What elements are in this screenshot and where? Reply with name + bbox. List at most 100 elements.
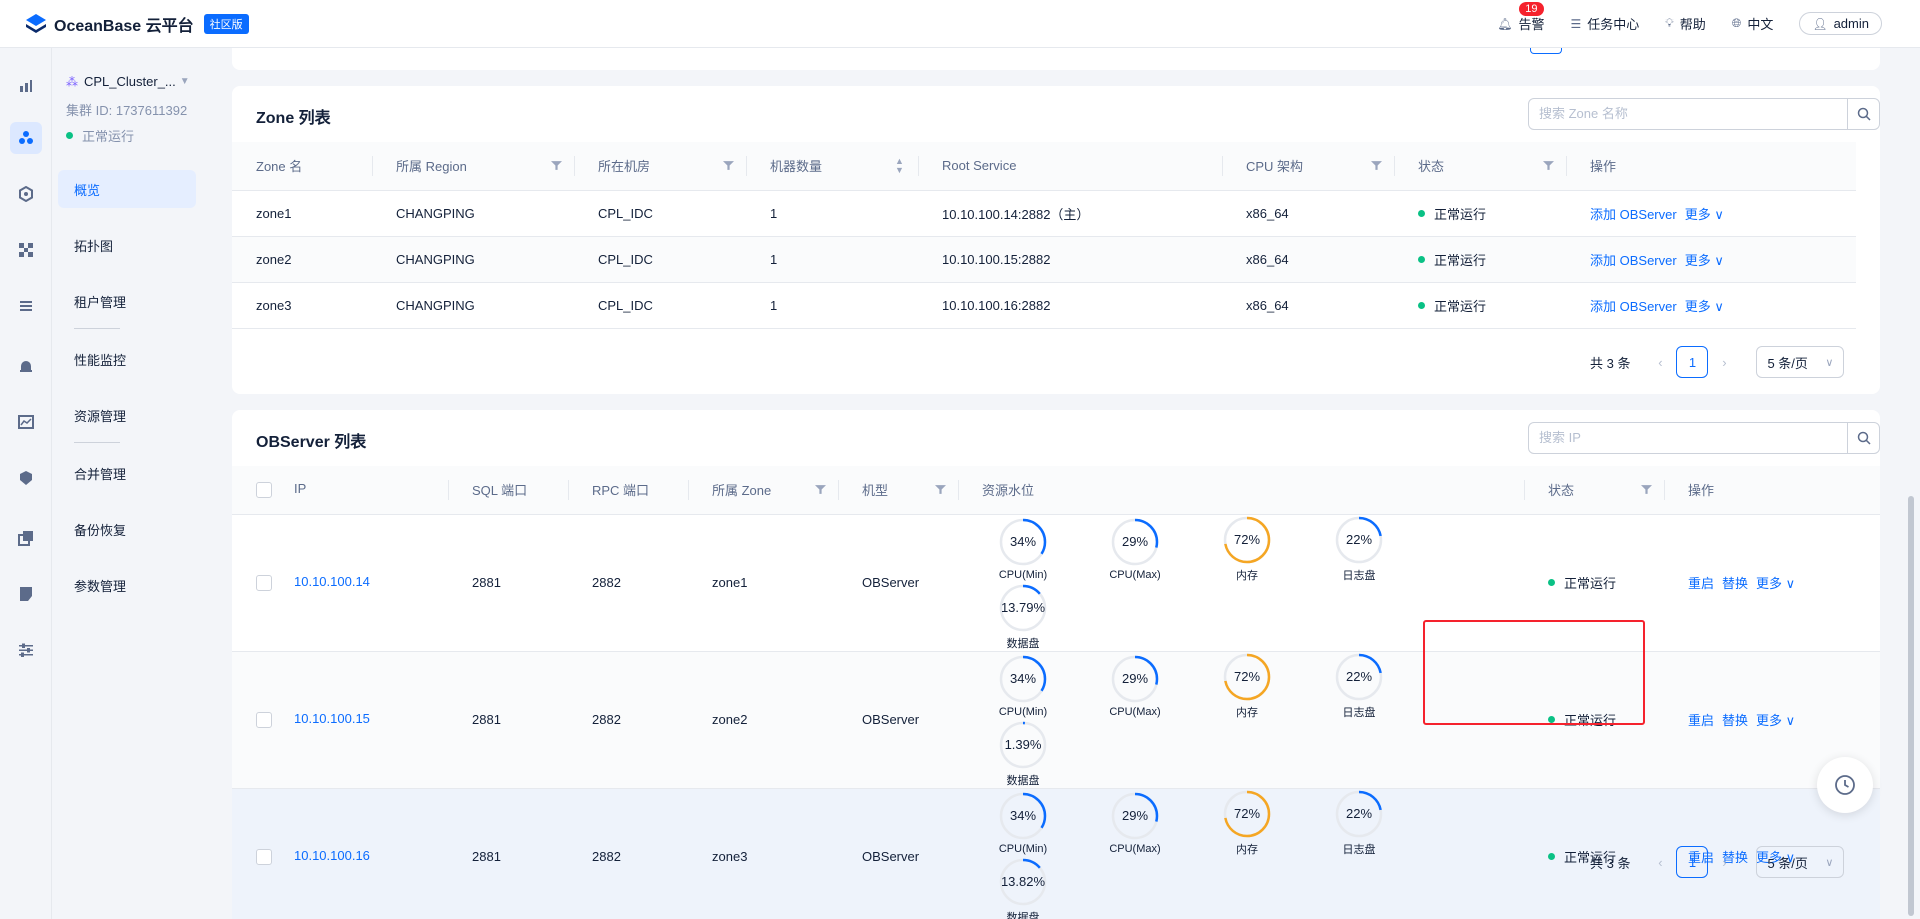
filter-icon[interactable] [815, 484, 826, 495]
search-icon[interactable] [1847, 423, 1879, 453]
chevron-down-icon: ∨ [1825, 856, 1834, 869]
server-resource-usage: 34% CPU(Min) 29% CPU(Max) 72% 内存 22% 日志盘… [958, 788, 1524, 919]
nav-item-resources[interactable]: 资源管理 [58, 396, 196, 434]
restart-link[interactable]: 重启 [1688, 713, 1714, 728]
page-1-button[interactable]: 1 [1676, 846, 1709, 878]
resource-gauge: 34% CPU(Min) [982, 654, 1064, 718]
add-observer-link[interactable]: 添加 OBServer [1590, 253, 1677, 268]
observer-total: 共 3 条 [1590, 855, 1631, 871]
row-checkbox[interactable] [256, 848, 272, 865]
col-machine-type[interactable]: 机型 [838, 466, 958, 515]
history-clock-button[interactable] [1817, 757, 1873, 813]
gauge-label: CPU(Max) [1109, 705, 1161, 718]
gauge-label: CPU(Min) [998, 568, 1048, 581]
topology-icon[interactable] [10, 234, 42, 266]
zone-search-input[interactable]: 搜索 Zone 名称 [1529, 99, 1847, 129]
prev-page-icon[interactable]: ‹ [1644, 855, 1676, 870]
filter-icon[interactable] [551, 160, 562, 171]
resource-gauge: 29% CPU(Max) [1094, 791, 1176, 855]
security-shield-icon[interactable] [10, 462, 42, 494]
server-ip-link[interactable]: 10.10.100.14 [294, 574, 370, 589]
nav-item-overview[interactable]: 概览 [58, 170, 196, 208]
tenant-icon[interactable] [10, 178, 42, 210]
col-zone[interactable]: 所属 Zone [688, 466, 838, 515]
ip-search-input[interactable]: 搜索 IP [1529, 423, 1847, 453]
gauge-ring: 34% [998, 654, 1048, 704]
page-size-select[interactable]: 5 条/页 ∨ [1756, 846, 1845, 878]
select-all-checkbox[interactable] [256, 482, 272, 499]
page-scrollbar[interactable] [1908, 496, 1914, 916]
col-cpu-arch[interactable]: CPU 架构 [1222, 142, 1394, 191]
alarm-button[interactable]: 🔔︎ 告警 19 [1497, 2, 1545, 33]
server-ip-link[interactable]: 10.10.100.16 [294, 848, 370, 863]
page-1-button[interactable]: 1 [1676, 346, 1709, 378]
next-page-icon[interactable]: › [1708, 855, 1740, 870]
server-ip-link[interactable]: 10.10.100.15 [294, 711, 370, 726]
gauge-ring: 72% [1222, 515, 1272, 565]
more-link[interactable]: 更多 ∨ [1685, 207, 1724, 222]
row-checkbox[interactable] [256, 574, 272, 591]
filter-icon[interactable] [935, 484, 946, 495]
dashboard-icon[interactable] [10, 70, 42, 102]
more-link[interactable]: 更多 ∨ [1756, 713, 1795, 728]
task-center-button[interactable]: ☰ 任务中心 [1571, 14, 1640, 33]
server-zone: zone2 [688, 651, 838, 789]
ip-search[interactable]: 搜索 IP [1528, 422, 1880, 454]
alarm-bell-icon[interactable] [10, 350, 42, 382]
nav-item-backup[interactable]: 备份恢复 [58, 510, 196, 548]
prev-page-icon[interactable]: ‹ [1644, 355, 1676, 370]
nav-item-parameters[interactable]: 参数管理 [58, 566, 196, 604]
filter-icon[interactable] [1641, 484, 1652, 495]
alarm-count-badge: 19 [1519, 2, 1544, 16]
monitor-chart-icon[interactable] [10, 406, 42, 438]
gauge-value: 13.79% [1000, 599, 1046, 615]
zone-search[interactable]: 搜索 Zone 名称 [1528, 98, 1880, 130]
replace-link[interactable]: 替换 [1722, 713, 1748, 728]
filter-icon[interactable] [1543, 160, 1554, 171]
user-menu-button[interactable]: 👤︎ admin [1799, 12, 1882, 35]
nav-item-topology[interactable]: 拓扑图 [58, 226, 196, 264]
brand[interactable]: OceanBase 云平台 社区版 [24, 12, 249, 36]
document-icon[interactable] [10, 578, 42, 610]
filter-icon[interactable] [1371, 160, 1382, 171]
zone-list-card: Zone 列表 搜索 Zone 名称 Zone 名 所属 Region 所在机房… [232, 86, 1880, 394]
table-row: zone3 CHANGPING CPL_IDC 1 10.10.100.16:2… [232, 282, 1856, 329]
cluster-selector[interactable]: ⁂ CPL_Cluster_... ▼ [66, 74, 190, 89]
restart-link[interactable]: 重启 [1688, 576, 1714, 591]
language-switch[interactable]: 🌐︎ 中文 [1732, 14, 1774, 33]
col-idc[interactable]: 所在机房 [574, 142, 746, 191]
filter-icon[interactable] [723, 160, 734, 171]
add-observer-link[interactable]: 添加 OBServer [1590, 299, 1677, 314]
col-region[interactable]: 所属 Region [372, 142, 574, 191]
resource-gauge: 1.39% 数据盘 [982, 720, 1064, 788]
sort-icon[interactable]: ▲ ▼ [895, 157, 906, 175]
status-dot-icon [1418, 255, 1425, 263]
gauge-label: 日志盘 [1342, 706, 1376, 719]
gauge-value: 72% [1233, 531, 1261, 547]
settings-sliders-icon[interactable] [10, 634, 42, 666]
gauge-ring: 13.82% [998, 857, 1048, 907]
status-dot-icon [1548, 853, 1555, 860]
more-link[interactable]: 更多 ∨ [1685, 253, 1724, 268]
col-status[interactable]: 状态 [1394, 142, 1566, 191]
nav-item-tenants[interactable]: 租户管理 [58, 282, 196, 320]
col-server-status[interactable]: 状态 [1524, 466, 1664, 515]
more-link[interactable]: 更多 ∨ [1685, 299, 1724, 314]
add-observer-link[interactable]: 添加 OBServer [1590, 207, 1677, 222]
replace-link[interactable]: 替换 [1722, 576, 1748, 591]
zone-region: CHANGPING [372, 282, 574, 329]
list-menu-icon[interactable] [10, 290, 42, 322]
help-button[interactable]: 💡︎ 帮助 [1665, 14, 1705, 33]
row-checkbox[interactable] [256, 711, 272, 728]
page-size-select[interactable]: 5 条/页 ∨ [1756, 346, 1845, 378]
search-icon[interactable] [1847, 99, 1879, 129]
zone-name: zone3 [232, 282, 372, 329]
nav-item-performance[interactable]: 性能监控 [58, 340, 196, 378]
copy-icon[interactable] [10, 522, 42, 554]
cluster-icon[interactable] [10, 122, 42, 154]
nav-item-merge[interactable]: 合并管理 [58, 454, 196, 492]
lightbulb-icon: 💡︎ [1665, 16, 1674, 30]
col-machine-count[interactable]: 机器数量 ▲ ▼ [746, 142, 918, 191]
more-link[interactable]: 更多 ∨ [1756, 576, 1795, 591]
next-page-icon[interactable]: › [1708, 355, 1740, 370]
